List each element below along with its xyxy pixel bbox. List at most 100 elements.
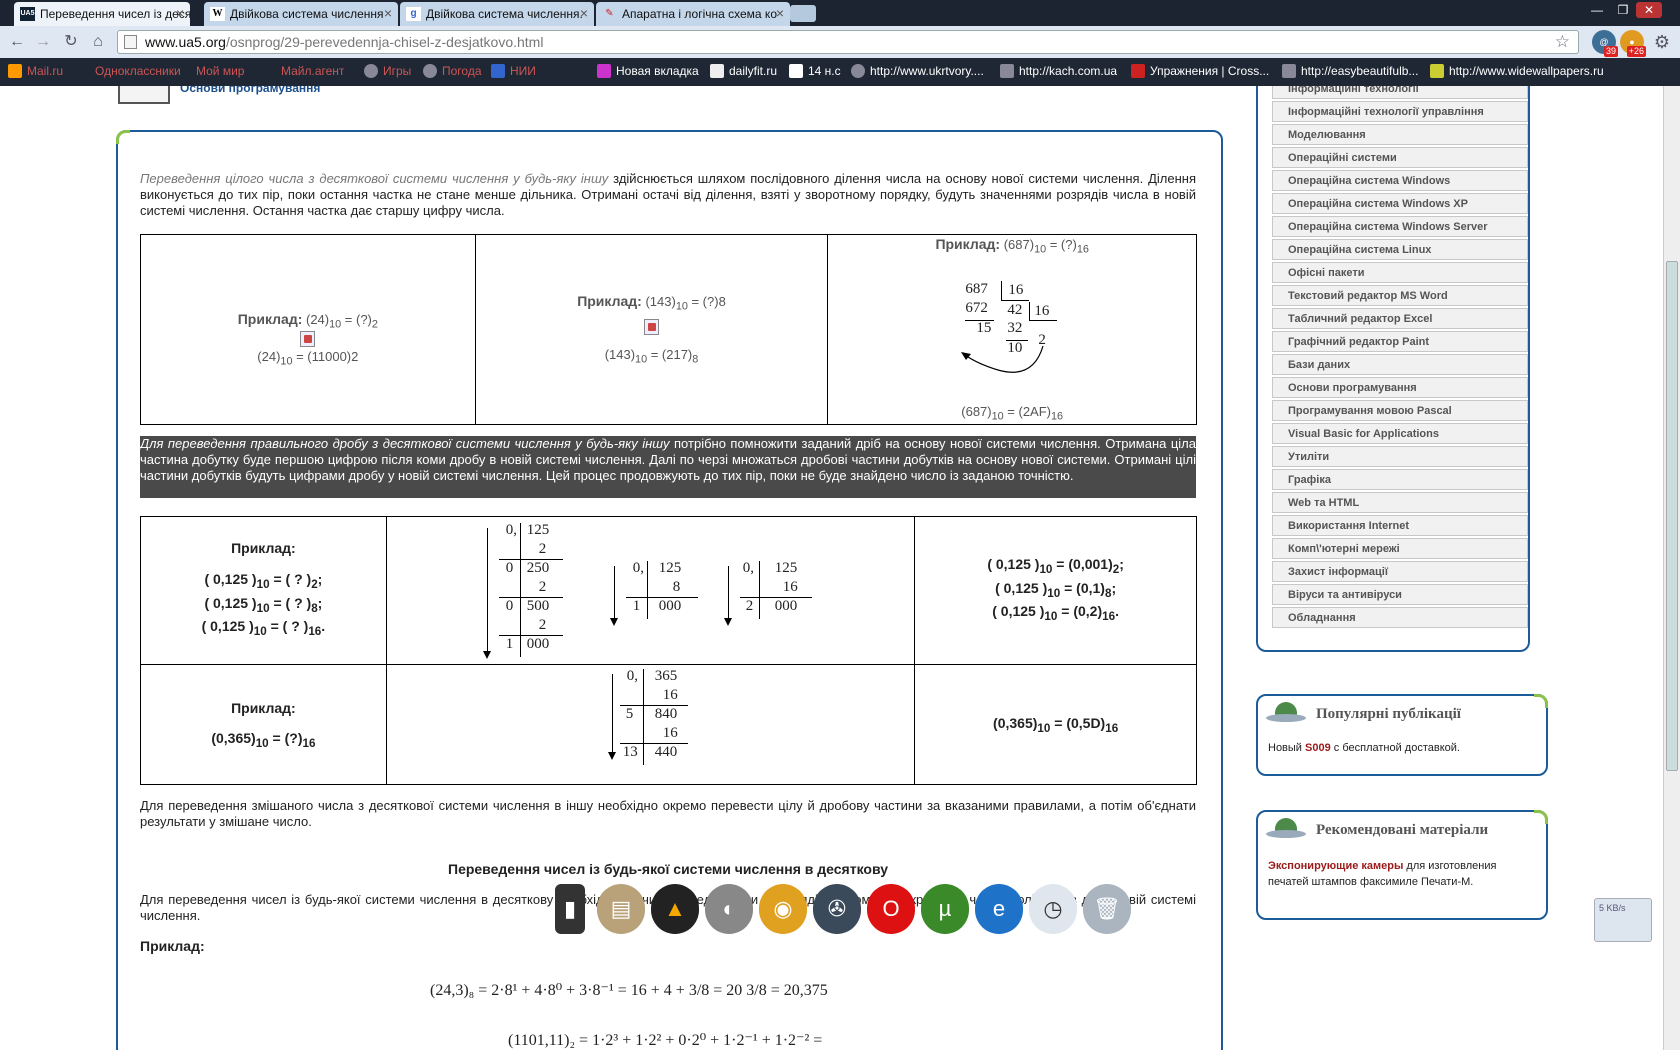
sidebar-menu-item[interactable]: Табличний редактор Excel [1272,308,1528,329]
bookmark[interactable]: http://kach.com.ua [1000,64,1117,78]
tab-1[interactable]: UA5 Переведення чисел із десяті × [14,2,190,26]
bookmark[interactable]: Одноклассники [95,64,181,78]
restore-icon[interactable]: ❐ [1610,2,1636,18]
tab-strip: UA5 Переведення чисел із десяті × W Двій… [0,0,1680,26]
sidebar-menu-item[interactable]: Використання Internet [1272,515,1528,536]
colorbars-icon [597,64,611,78]
utorrent-icon[interactable]: µ [921,884,969,934]
long-division-diagram: 687 16 672 42 16 15 32 10 2 [828,256,1196,416]
google-icon: g [406,7,421,21]
bookmark[interactable]: http://www.widewallpapers.ru [1430,64,1604,78]
close-icon[interactable]: × [176,5,184,21]
tab-title: Апаратна і логічна схема ко [622,7,777,21]
phone-icon[interactable]: ▮ [555,884,585,934]
tab-2[interactable]: W Двійкова система числення × [204,2,398,26]
new-tab-button[interactable] [790,5,816,22]
vertical-scrollbar[interactable] [1663,86,1680,1050]
film-icon[interactable]: ✇ [813,884,861,934]
sidebar-menu-item[interactable]: Основи програмування [1272,377,1528,398]
sidebar-menu-item[interactable]: Графіка [1272,469,1528,490]
extension-ok-icon[interactable]: ● +26 [1620,30,1646,57]
tab-4[interactable]: ✎ Апаратна і логічна схема ко × [596,2,790,26]
wrench-icon[interactable]: ⚙ [1651,31,1673,53]
bookmark[interactable]: http://www.ukrtvory.... [851,64,984,78]
home-icon[interactable]: ⌂ [87,31,109,53]
bookmark[interactable]: Упражнения | Cross... [1131,64,1269,78]
sidebar-menu-item[interactable]: Visual Basic for Applications [1272,423,1528,444]
sidebar-menu-item[interactable]: Операційна система Windows Server [1272,216,1528,237]
sidebar-menu-item[interactable]: Операційна система Windows XP [1272,193,1528,214]
folder-icon[interactable]: ▤ [597,884,645,934]
fraction-example-2-result: (0,365)10 = (0,5D)16 [914,664,1197,785]
bookmark[interactable]: Погода [423,64,482,78]
minimize-icon[interactable]: — [1584,2,1610,18]
bookmark[interactable]: Майл.агент [281,64,344,78]
sidebar-menu-item[interactable]: Операційні системи [1272,147,1528,168]
pencil-icon: ✎ [605,8,614,19]
reload-icon[interactable]: ↻ [60,31,82,53]
close-icon[interactable]: × [580,5,588,21]
clock-icon[interactable]: ◷ [1029,884,1077,934]
close-icon[interactable]: × [776,5,784,21]
sidebar-menu-item[interactable]: Операційна система Linux [1272,239,1528,260]
fraction-examples-table: Приклад: ( 0,125 )10 = ( ? )2; ( 0,125 )… [140,516,1197,785]
division-number: 16 [1034,302,1050,319]
trash-icon[interactable]: 🗑 [1083,884,1131,934]
bookmark[interactable]: Игры [364,64,411,78]
tab-title: Переведення чисел із десяті [40,7,190,21]
aimp-icon[interactable]: ▲ [651,884,699,934]
sidebar-menu-item[interactable]: Утиліти [1272,446,1528,467]
popular-link[interactable]: S009 [1305,742,1331,754]
ie-icon[interactable]: e [975,884,1023,934]
sidebar-menu-item[interactable]: Моделювання [1272,124,1528,145]
sidebar-menu-item[interactable]: Текстовий редактор MS Word [1272,285,1528,306]
sidebar-menu-item[interactable]: Віруси та антивіруси [1272,584,1528,605]
extension-mail-icon[interactable]: @39 [1592,30,1618,57]
browser-chrome: UA5 Переведення чисел із десяті × W Двій… [0,0,1680,86]
sidebar-menu-item[interactable]: Офісні пакети [1272,262,1528,283]
back-icon[interactable]: ← [6,31,28,53]
bookmark[interactable]: Mail.ru [8,64,63,78]
sidebar-menu-item[interactable]: Графічний редактор Paint [1272,331,1528,352]
sidebar-menu-item[interactable]: Комп\'ютерні мережі [1272,538,1528,559]
box-corner [116,130,130,144]
opera-icon[interactable]: O [867,884,915,934]
reverse-order-arrow [961,345,1044,373]
tab-title: Двійкова система числення. [426,7,583,21]
star-icon[interactable]: ☆ [1555,31,1570,53]
forward-icon[interactable]: → [32,31,54,53]
bookmark[interactable]: Новая вкладка [597,64,699,78]
sidebar-menu-item[interactable]: Інформаційні технології управління [1272,101,1528,122]
sidebar-menu-item[interactable]: Інформаційні технології [1272,86,1528,99]
address-bar[interactable]: www.ua5.org/osnprog/29-perevedennja-chis… [117,30,1579,54]
formula-binary: (1101,11)₂ = 1·2³ + 1·2² + 0·2⁰ + 1·2⁻¹ … [508,1032,823,1049]
paragraph-integer-conversion: Переведення цілого числа з десяткової си… [140,171,1196,218]
broken-image-icon [644,319,659,336]
example-octal-cell: Приклад: (143)10 = (?)8 (143)10 = (217)8 [474,234,829,425]
integer-examples-table: Приклад: (24)10 = (?)2 (24)10 = (11000)2… [140,234,1197,425]
bookmark[interactable]: http://easybeautifulb... [1282,64,1418,78]
page-icon [124,35,137,49]
tab-3[interactable]: g Двійкова система числення. × [400,2,594,26]
bookmark[interactable]: НИИ [491,64,536,78]
recommended-link[interactable]: Экспонирующие камеры [1268,860,1403,872]
breadcrumb-link[interactable]: Основи програмування [180,86,320,95]
chrome-icon[interactable]: ◉ [759,884,807,934]
window-close-icon[interactable]: ✕ [1636,2,1662,18]
sidebar-menu-item[interactable]: Операційна система Windows [1272,170,1528,191]
ua5-favicon: UA5 [20,7,35,21]
fraction-example-2-cell: Приклад: (0,365)10 = (?)16 [140,664,387,785]
bookmark[interactable]: dailyfit.ru [710,64,777,78]
sidebar-menu-item[interactable]: Програмування мовою Pascal [1272,400,1528,421]
bookmark[interactable]: Мой мир [196,64,244,78]
site-logo[interactable] [118,86,170,104]
sidebar-menu-item[interactable]: Захист інформації [1272,561,1528,582]
sidebar-menu-item[interactable]: Обладнання [1272,607,1528,628]
speaker-icon[interactable]: ◐ [705,884,753,934]
paragraph-fraction-conversion: Для переведення правильного дробу з деся… [140,436,1196,498]
scrollbar-thumb[interactable] [1666,261,1678,771]
bookmark[interactable]: 14 н.с [789,64,841,78]
sidebar-menu-item[interactable]: Бази даних [1272,354,1528,375]
sidebar-menu-item[interactable]: Web та HTML [1272,492,1528,513]
close-icon[interactable]: × [384,5,392,21]
